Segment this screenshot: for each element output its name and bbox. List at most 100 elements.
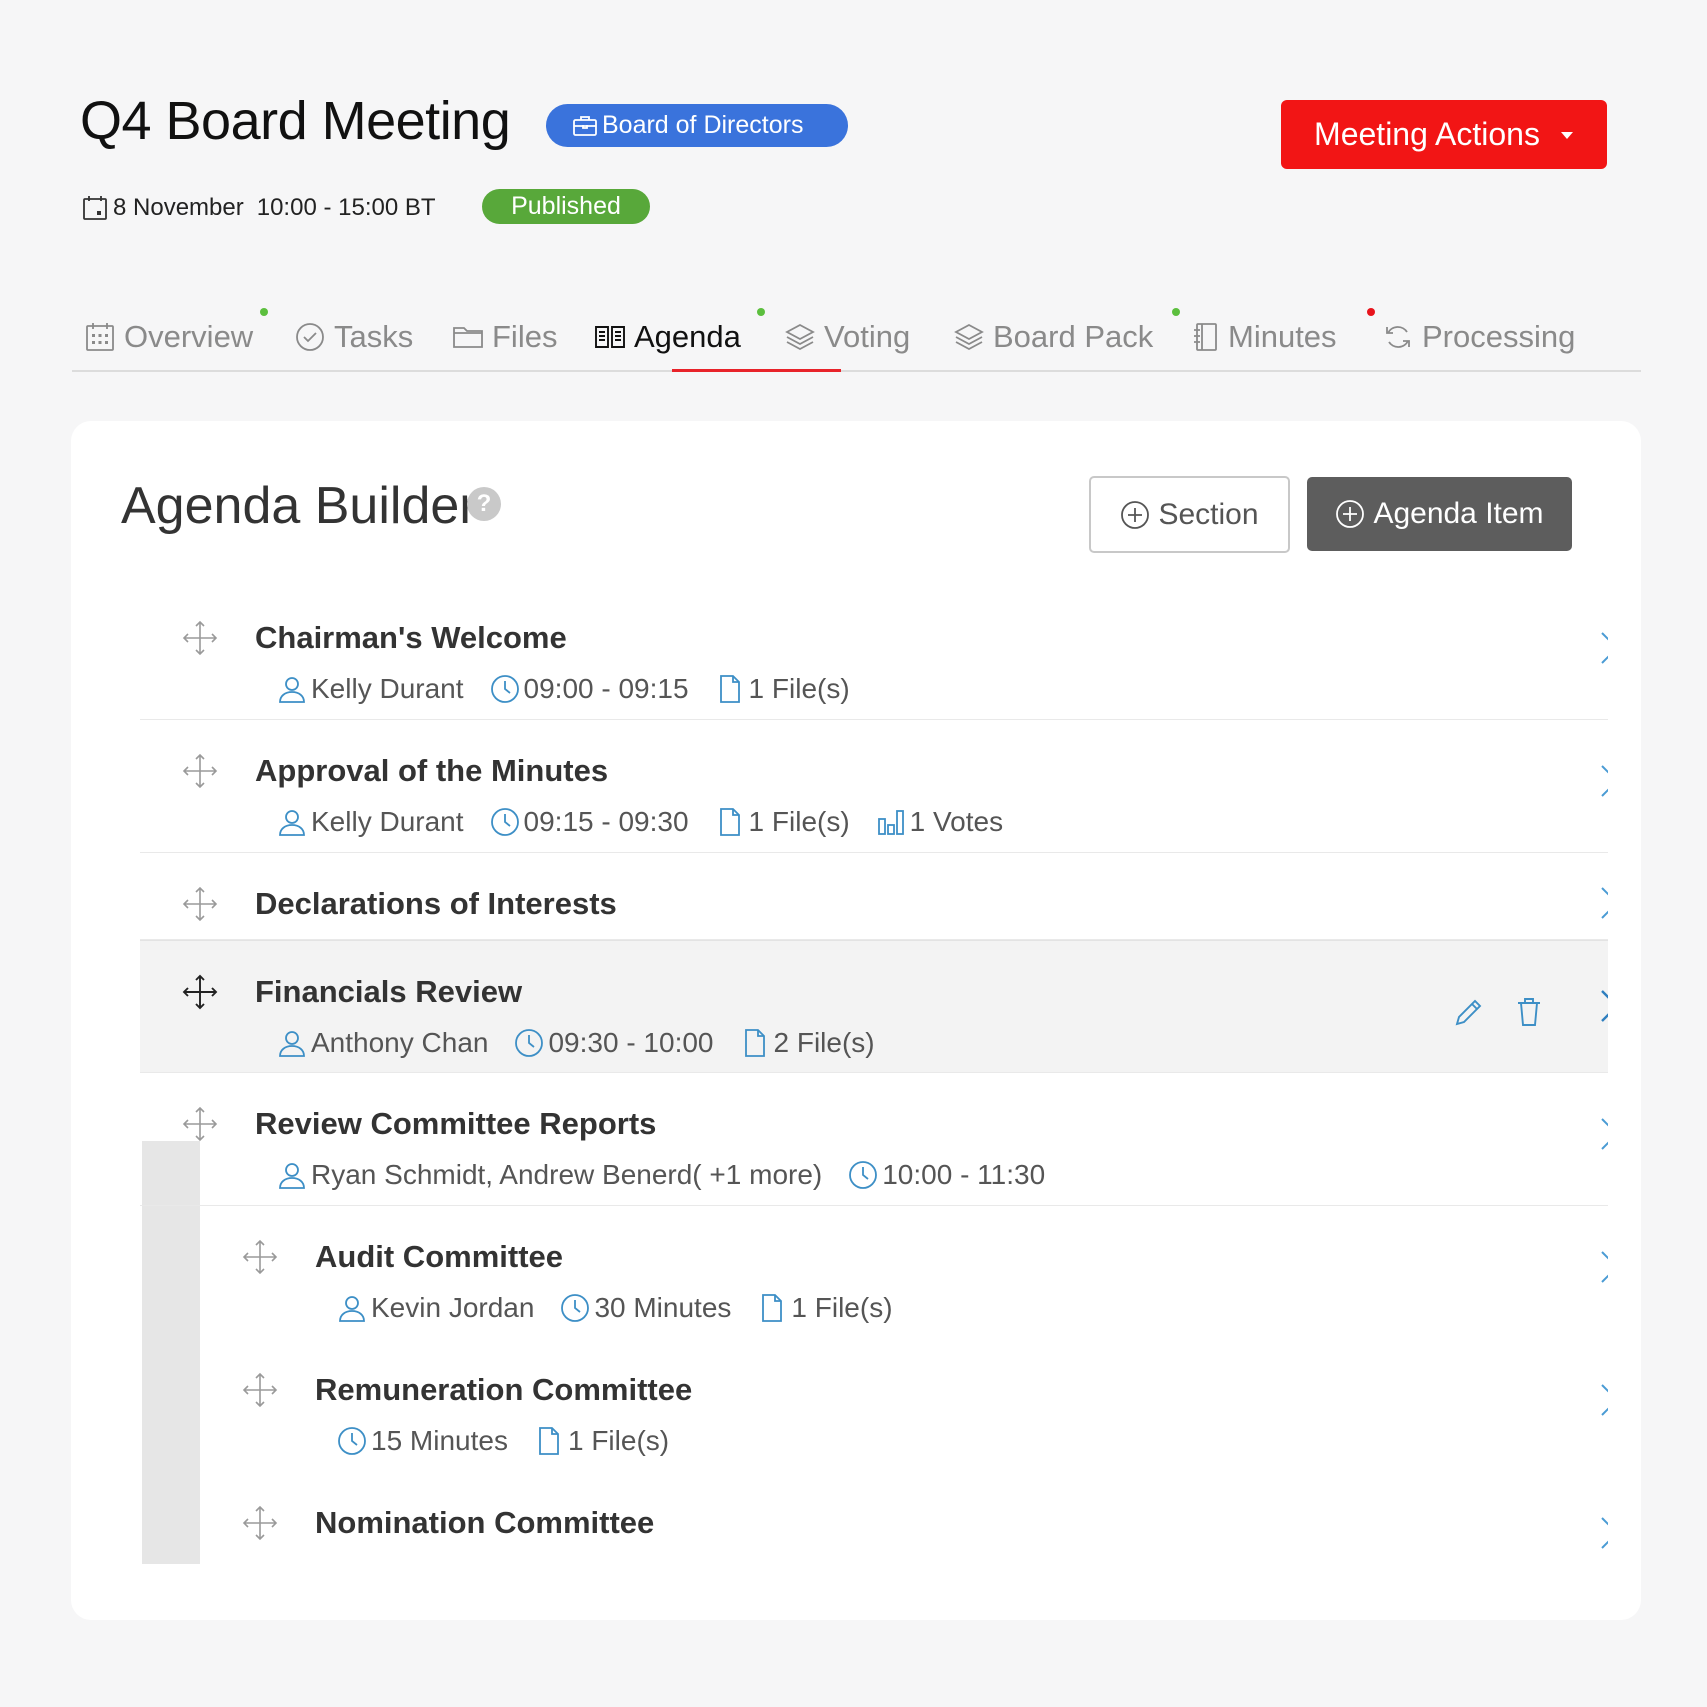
vote-count: 1 Votes [876,806,1003,838]
agenda-subitem[interactable]: Audit Committee Kevin Jordan 30 Minutes … [200,1206,1608,1339]
time-slot: 09:30 - 10:00 [514,1027,714,1059]
time-slot: 30 Minutes [560,1292,731,1324]
user-icon [277,807,307,837]
tab-tasks-label: Tasks [334,319,414,354]
agenda-item[interactable]: Chairman's Welcome Kelly Durant 09:00 - … [140,587,1608,720]
time-slot: 10:00 - 11:30 [848,1159,1045,1191]
agenda-item[interactable]: Approval of the Minutes Kelly Durant 09:… [140,720,1608,853]
status-badge: Published [482,189,650,224]
agenda-item-title: Approval of the Minutes [255,753,609,788]
agenda-item[interactable]: Declarations of Interests [140,853,1608,940]
meeting-date-text: 8 November [113,194,244,221]
check-circle-icon [294,321,326,353]
chevron-right-icon[interactable] [1598,763,1608,799]
drag-handle-icon[interactable] [182,620,218,656]
tab-files[interactable]: Files [452,312,557,362]
agenda-item-meta: 15 Minutes 1 File(s) [337,1425,669,1457]
tab-minutes[interactable]: Minutes [1192,312,1337,362]
tab-minutes-indicator [1367,308,1375,316]
time-text: 09:30 - 10:00 [548,1027,714,1058]
chevron-right-icon[interactable] [1598,1515,1608,1551]
active-tab-underline [672,369,841,372]
user-icon [277,1160,307,1190]
chevron-right-icon[interactable] [1598,630,1608,666]
time-slot: 09:00 - 09:15 [490,673,689,705]
tab-agenda-label: Agenda [634,319,741,354]
agenda-item-meta: Kelly Durant 09:00 - 09:15 1 File(s) [277,673,850,705]
row-actions [1453,996,1543,1028]
drag-handle-icon[interactable] [242,1372,278,1408]
group-badge-label: Board of Directors [602,111,804,139]
file-icon [715,674,745,704]
chevron-right-icon[interactable] [1598,1116,1608,1152]
drag-handle-icon[interactable] [182,753,218,789]
agenda-item-title: Nomination Committee [315,1505,655,1540]
drag-handle-icon[interactable] [242,1505,278,1541]
agenda-builder-card: Agenda Builder ? Section Agenda Item Cha… [71,421,1641,1620]
bar-chart-icon [876,807,906,837]
agenda-list: Chairman's Welcome Kelly Durant 09:00 - … [140,587,1608,1564]
edit-pencil-icon[interactable] [1453,996,1485,1028]
time-text: 30 Minutes [594,1292,732,1323]
file-count-text: 1 File(s) [748,806,850,837]
folder-icon [452,321,484,353]
agenda-item-meta: Anthony Chan 09:30 - 10:00 2 File(s) [277,1027,875,1059]
tab-overview-label: Overview [124,319,254,354]
tab-board-pack-label: Board Pack [993,319,1154,354]
refresh-icon [1382,321,1414,353]
group-badge: Board of Directors [546,104,848,147]
file-count-text: 1 File(s) [791,1292,893,1323]
user-icon [277,674,307,704]
file-count: 1 File(s) [757,1292,893,1324]
tab-bar: Overview Tasks Files Agenda Voting Board… [72,300,1641,372]
chevron-right-icon[interactable] [1598,1382,1608,1418]
agenda-item[interactable]: Review Committee Reports Ryan Schmidt, A… [140,1073,1608,1206]
tab-minutes-label: Minutes [1228,319,1337,354]
drag-handle-icon[interactable] [182,886,218,922]
presenter: Kelly Durant [277,806,464,838]
tab-processing[interactable]: Processing [1382,312,1575,362]
tab-files-label: Files [492,319,558,354]
time-slot: 15 Minutes [337,1425,508,1457]
chevron-right-icon[interactable] [1598,988,1608,1024]
add-section-label: Section [1158,497,1259,531]
user-icon [277,1028,307,1058]
time-slot: 09:15 - 09:30 [490,806,689,838]
time-text: 15 Minutes [371,1425,508,1456]
trash-icon[interactable] [1515,996,1543,1028]
meeting-time-text: 10:00 - 15:00 BT [256,194,436,221]
question-circle-icon[interactable]: ? [467,487,501,521]
add-agenda-item-button[interactable]: Agenda Item [1307,477,1572,551]
clock-icon [560,1293,590,1323]
layers-icon [784,321,816,353]
vote-count-text: 1 Votes [909,806,1004,837]
tab-voting-label: Voting [824,319,911,354]
tab-overview[interactable]: Overview [84,312,253,362]
drag-handle-icon[interactable] [242,1239,278,1275]
drag-handle-icon[interactable] [182,1106,218,1142]
tab-tasks[interactable]: Tasks [294,312,413,362]
tab-voting[interactable]: Voting [784,312,910,362]
page-title: Q4 Board Meeting [80,91,511,151]
chevron-right-icon[interactable] [1598,1249,1608,1285]
tab-agenda[interactable]: Agenda [594,312,741,362]
file-icon [534,1426,564,1456]
add-agenda-item-label: Agenda Item [1373,497,1544,530]
plus-circle-icon [1335,499,1365,529]
drag-handle-icon[interactable] [182,974,218,1010]
agenda-item-title: Financials Review [255,974,523,1009]
agenda-item-meta: Kelly Durant 09:15 - 09:30 1 File(s) 1 V… [277,806,1003,838]
meeting-actions-button[interactable]: Meeting Actions [1281,100,1607,169]
agenda-subitem[interactable]: Remuneration Committee 15 Minutes 1 File… [200,1339,1608,1472]
agenda-subitem[interactable]: Nomination Committee [200,1472,1608,1564]
agenda-item-selected[interactable]: Financials Review Anthony Chan 09:30 - 1… [140,940,1608,1073]
plus-circle-icon [1120,500,1150,530]
presenter-name: Ryan Schmidt, Andrew Benerd( +1 more) [311,1159,823,1190]
presenter: Kevin Jordan [337,1292,534,1324]
tab-board-pack[interactable]: Board Pack [953,312,1153,362]
chevron-right-icon[interactable] [1598,885,1608,921]
clock-icon [514,1028,544,1058]
file-count: 2 File(s) [740,1027,875,1059]
presenter-name: Kelly Durant [311,806,464,837]
add-section-button[interactable]: Section [1089,476,1290,553]
